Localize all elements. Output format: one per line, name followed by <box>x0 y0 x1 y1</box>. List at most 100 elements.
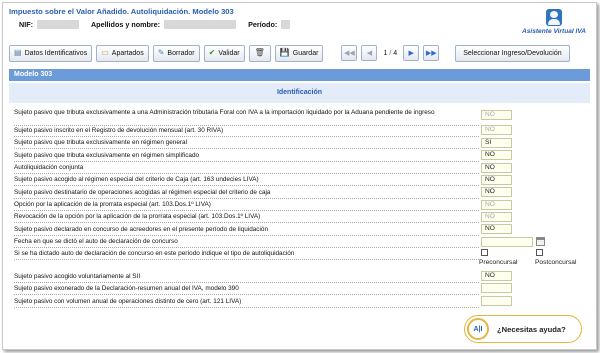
row-value-select[interactable]: NO <box>481 224 512 234</box>
form-row: Si se ha dictado auto de declaración de … <box>14 250 479 260</box>
help-magnifier-icon: A|I <box>467 318 489 340</box>
row-question: Sujeto pasivo acogido voluntariamente al… <box>14 273 141 280</box>
help-button[interactable]: A|I ¿Necesitas ayuda? <box>464 315 582 343</box>
row-question: Sujeto pasivo destinatario de operacione… <box>14 189 271 196</box>
row-value-select[interactable]: NO <box>481 175 512 185</box>
seleccionar-label: Seleccionar Ingreso/Devolución <box>463 49 562 57</box>
page-indicator: 1 / 4 <box>381 50 399 57</box>
row-question: Sujeto pasivo exonerado de la Declaració… <box>14 285 239 292</box>
assistant-label: Asistente Virtual IVA <box>521 28 587 35</box>
row-value-select[interactable]: NO <box>481 110 512 120</box>
preconcursal-checkbox[interactable] <box>481 249 488 256</box>
row-value-select[interactable]: NO <box>481 200 512 210</box>
virtual-assistant-link[interactable]: Asistente Virtual IVA <box>518 9 590 35</box>
preconcursal-label: Preconcursal <box>479 259 518 266</box>
next-page-icon: ▶ <box>408 50 414 57</box>
section-subtitle: Identificación <box>9 83 590 103</box>
identificativos-label: Datos Identificativos <box>24 49 88 57</box>
postconcursal-label: Postconcursal <box>535 259 577 266</box>
row-value-select[interactable] <box>481 283 512 293</box>
next-page-button[interactable]: ▶ <box>403 45 420 61</box>
row-question: Sujeto pasivo que tributa exclusivamente… <box>14 152 200 159</box>
last-page-icon: ▶▶ <box>425 50 437 57</box>
concurso-date-input[interactable] <box>481 237 533 247</box>
document-icon: ▤ <box>14 48 22 57</box>
page-current: 1 <box>383 49 388 57</box>
help-label: ¿Necesitas ayuda? <box>497 324 566 334</box>
trash-icon: 🗑 <box>254 48 265 57</box>
header-fields: NIF: Apellidos y nombre: Período: <box>19 20 302 29</box>
form-row: Fecha en que se dictó el auto de declara… <box>14 238 479 248</box>
section-title: Modelo 303 <box>9 69 590 81</box>
row-question: Sujeto pasivo declarado en concurso de a… <box>14 226 269 233</box>
form-row: Opción por la aplicación de la prorrata … <box>14 201 479 211</box>
name-label: Apellidos y nombre: <box>90 20 161 29</box>
row-value-select[interactable]: NO <box>481 163 512 173</box>
borrador-button[interactable]: ✎ Borrador <box>152 44 200 62</box>
validar-button[interactable]: ✔ Validar <box>203 44 245 62</box>
check-icon: ✔ <box>208 48 216 57</box>
eraser-icon: ✎ <box>157 48 165 57</box>
row-question: Sujeto pasivo inscrito en el Registro de… <box>14 127 224 134</box>
name-value-redacted <box>164 20 237 29</box>
postconcursal-checkbox[interactable] <box>536 249 543 256</box>
row-value-select[interactable]: NO <box>481 187 512 197</box>
save-icon: 💾 <box>279 48 290 57</box>
form-row: Sujeto pasivo acogido voluntariamente al… <box>14 273 479 283</box>
row-value-select[interactable]: SI <box>481 138 512 148</box>
prev-page-icon: ◀ <box>366 50 373 57</box>
page-title: Impuesto sobre el Valor Añadido. Autoliq… <box>9 7 234 16</box>
row-value-select[interactable] <box>481 296 512 306</box>
calendar-icon[interactable] <box>536 237 545 246</box>
guardar-button[interactable]: 💾 Guardar <box>274 44 324 62</box>
seleccionar-ingreso-button[interactable]: Seleccionar Ingreso/Devolución <box>455 44 570 62</box>
form-row: Revocación de la opción por la aplicació… <box>14 213 479 223</box>
period-label: Período: <box>248 20 278 29</box>
page-total: 4 <box>393 49 398 57</box>
guardar-label: Guardar <box>292 49 319 57</box>
header: Impuesto sobre el Valor Añadido. Autoliq… <box>3 3 596 41</box>
nif-label: NIF: <box>19 20 33 29</box>
row-question: Fecha en que se dictó el auto de declara… <box>14 238 178 245</box>
row-question: Si se ha dictado auto de declaración de … <box>14 250 295 257</box>
page-sep: / <box>389 49 392 57</box>
form-row: Sujeto pasivo acogido al régimen especia… <box>14 176 479 186</box>
form-row: Sujeto pasivo que tributa exclusivamente… <box>14 109 479 126</box>
nif-value-redacted <box>36 20 79 29</box>
row-question: Autoliquidación conjunta <box>14 164 84 171</box>
form-row: Sujeto pasivo que tributa exclusivamente… <box>14 139 479 149</box>
period-value-redacted <box>281 20 291 29</box>
row-question: Sujeto pasivo que tributa exclusivamente… <box>14 109 435 116</box>
row-value-select[interactable]: NO <box>481 212 512 222</box>
row-question: Sujeto pasivo con volumen anual de opera… <box>14 298 242 305</box>
folder-icon: ▭ <box>101 48 109 57</box>
first-page-icon: ◀◀ <box>344 50 355 57</box>
row-question: Sujeto pasivo que tributa exclusivamente… <box>14 139 188 146</box>
row-value-select[interactable]: NO <box>481 125 512 135</box>
first-page-button[interactable]: ◀◀ <box>341 45 358 61</box>
apartados-button[interactable]: ▭ Apartados <box>96 44 149 62</box>
last-page-button[interactable]: ▶▶ <box>423 45 440 61</box>
row-question: Sujeto pasivo acogido al régimen especia… <box>14 176 259 183</box>
form-row: Sujeto pasivo exonerado de la Declaració… <box>14 285 479 295</box>
identification-form: Sujeto pasivo que tributa exclusivamente… <box>3 103 596 349</box>
validar-label: Validar <box>218 49 240 57</box>
form-row: Sujeto pasivo que tributa exclusivamente… <box>14 152 479 162</box>
prev-page-button[interactable]: ◀ <box>361 45 378 61</box>
borrador-label: Borrador <box>167 49 195 57</box>
row-question: Revocación de la opción por la aplicació… <box>14 213 261 220</box>
form-row: Sujeto pasivo inscrito en el Registro de… <box>14 127 479 137</box>
apartados-label: Apartados <box>111 49 144 57</box>
row-value-select[interactable]: NO <box>481 150 512 160</box>
app-window: Impuesto sobre el Valor Añadido. Autoliq… <box>2 2 597 350</box>
identificativos-button[interactable]: ▤ Datos Identificativos <box>9 44 93 62</box>
assistant-avatar-icon <box>546 9 562 26</box>
row-question: Opción por la aplicación de la prorrata … <box>14 201 211 208</box>
form-row: Sujeto pasivo con volumen anual de opera… <box>14 298 479 308</box>
form-row: Sujeto pasivo destinatario de operacione… <box>14 189 479 199</box>
toolbar: ▤ Datos Identificativos ▭ Apartados ✎ Bo… <box>9 43 590 63</box>
delete-button[interactable]: 🗑 <box>248 44 271 62</box>
row-value-select[interactable]: NO <box>481 271 512 281</box>
form-row: Autoliquidación conjunta <box>14 164 479 174</box>
form-row: Sujeto pasivo declarado en concurso de a… <box>14 226 479 236</box>
